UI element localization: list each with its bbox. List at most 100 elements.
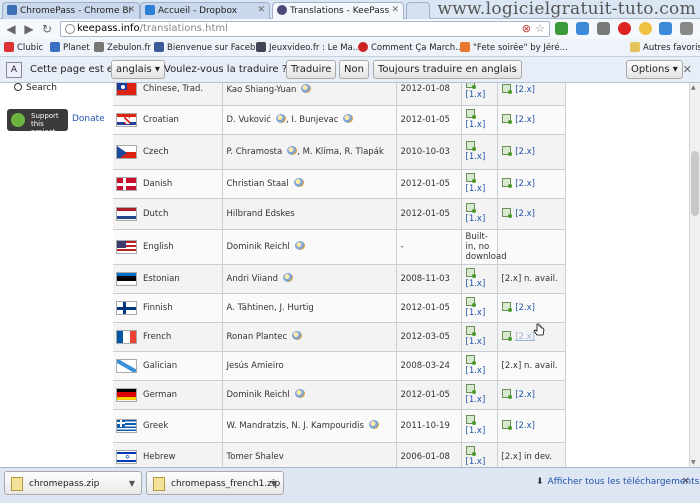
- download-2x-link[interactable]: [2.x]: [515, 179, 535, 189]
- download-1x-link[interactable]: [1.x]: [466, 184, 486, 194]
- support-project-button[interactable]: Support this project: [7, 109, 68, 136]
- download-icon[interactable]: [465, 268, 476, 278]
- bookmark-item[interactable]: Zebulon.fr: [94, 42, 151, 53]
- email-icon[interactable]: [294, 241, 305, 250]
- download-2x-link[interactable]: [2.x]: [515, 303, 535, 313]
- chevron-down-icon[interactable]: ▼: [271, 479, 277, 488]
- download-1x-link[interactable]: [1.x]: [466, 120, 486, 130]
- download-icon[interactable]: [501, 389, 512, 399]
- download-icon[interactable]: [465, 355, 476, 365]
- bookmark-star-icon[interactable]: ☆: [535, 22, 545, 35]
- options-button[interactable]: Options ▾: [626, 60, 683, 79]
- download-icon[interactable]: [465, 203, 476, 213]
- extension-blue-icon[interactable]: [575, 22, 589, 35]
- bookmark-item[interactable]: Clubic: [4, 42, 43, 53]
- download-2x-link[interactable]: [2.x]: [515, 421, 535, 431]
- scroll-down-icon[interactable]: ▼: [691, 459, 696, 466]
- donate-link[interactable]: Donate: [72, 114, 105, 124]
- download-1x-link[interactable]: [1.x]: [466, 90, 486, 100]
- email-icon[interactable]: [283, 273, 293, 282]
- download-2x-link[interactable]: [2.x]: [515, 85, 535, 95]
- download-1x-link[interactable]: [1.x]: [466, 426, 486, 436]
- scroll-up-icon[interactable]: ▲: [691, 84, 696, 91]
- download-1x-link[interactable]: [1.x]: [466, 457, 486, 467]
- language-select[interactable]: anglais ▾: [111, 60, 165, 79]
- email-icon[interactable]: [293, 178, 304, 187]
- download-2x-link[interactable]: [2.x]: [515, 147, 535, 157]
- scrollbar-thumb[interactable]: [691, 151, 699, 216]
- email-icon[interactable]: [343, 114, 354, 123]
- show-all-downloads-link[interactable]: ⬇ Afficher tous les téléchargements...: [536, 477, 700, 487]
- tab-chromepass[interactable]: ChromePass - Chrome Br ✕: [2, 2, 140, 19]
- email-icon[interactable]: [368, 420, 379, 429]
- blocked-icon[interactable]: ⊗: [522, 22, 531, 35]
- address-bar[interactable]: keepass.info/translations.html ⊗ ☆: [60, 21, 550, 37]
- back-arrow-icon[interactable]: ◀: [4, 22, 18, 36]
- download-icon[interactable]: [501, 83, 512, 94]
- translate-button[interactable]: Traduire: [286, 60, 337, 79]
- download-icon[interactable]: [501, 178, 512, 188]
- email-icon[interactable]: [294, 389, 305, 398]
- wrench-icon[interactable]: [680, 22, 694, 35]
- tab-translations-keepass[interactable]: Translations - KeePass ✕: [272, 2, 404, 19]
- download-icon[interactable]: [501, 114, 512, 124]
- download-icon[interactable]: [465, 83, 476, 89]
- reload-icon[interactable]: ↻: [40, 22, 54, 36]
- download-icon[interactable]: [501, 208, 512, 218]
- tab-close-icon[interactable]: ✕: [391, 5, 399, 15]
- close-downloads-icon[interactable]: ✕: [682, 476, 690, 487]
- bookmark-item[interactable]: Comment Ça March...: [358, 42, 463, 53]
- download-1x-link[interactable]: [1.x]: [466, 366, 486, 376]
- email-icon[interactable]: [301, 83, 312, 93]
- tab-dropbox[interactable]: Accueil - Dropbox ✕: [140, 2, 270, 19]
- version1-cell: [1.x]: [461, 293, 498, 323]
- download-icon[interactable]: [501, 420, 512, 430]
- bookmark-item[interactable]: Jeuxvideo.fr : Le Ma...: [256, 42, 361, 53]
- download-1x-link[interactable]: [1.x]: [466, 214, 486, 224]
- search-link[interactable]: Search: [8, 83, 108, 97]
- vertical-scrollbar[interactable]: ▲ ▼: [689, 83, 700, 467]
- download-1x-link[interactable]: [1.x]: [466, 308, 486, 318]
- download-icon[interactable]: [501, 146, 512, 156]
- download-icon[interactable]: [501, 331, 512, 341]
- extension-badge-icon[interactable]: [659, 22, 673, 35]
- email-icon[interactable]: [287, 146, 298, 155]
- download-2x-link[interactable]: [2.x]: [515, 209, 535, 219]
- bookmark-item[interactable]: Planet: [50, 42, 90, 53]
- email-icon[interactable]: [292, 331, 303, 340]
- folder-icon: [630, 42, 640, 52]
- download-icon[interactable]: [465, 415, 476, 425]
- new-tab-button[interactable]: [406, 2, 430, 19]
- download-icon[interactable]: [465, 326, 476, 336]
- other-bookmarks[interactable]: Autres favoris: [630, 42, 700, 53]
- email-icon[interactable]: [275, 114, 286, 123]
- bookmark-item[interactable]: "Fete soirée" by Jéré...: [460, 42, 568, 53]
- tab-close-icon[interactable]: ✕: [127, 5, 135, 15]
- download-2x-link[interactable]: [2.x]: [515, 115, 535, 125]
- bookmark-item[interactable]: Bienvenue sur Faceb...: [154, 42, 264, 53]
- download-1x-link[interactable]: [1.x]: [466, 152, 486, 162]
- download-item[interactable]: chromepass_french1.zip ▼: [146, 471, 284, 495]
- download-icon[interactable]: [465, 109, 476, 119]
- forward-arrow-icon[interactable]: ▶: [22, 22, 36, 36]
- close-infobar-icon[interactable]: ✕: [683, 63, 692, 76]
- download-icon[interactable]: [465, 384, 476, 394]
- extension-gray-icon[interactable]: [596, 22, 610, 35]
- download-icon[interactable]: [465, 446, 476, 456]
- download-icon[interactable]: [465, 141, 476, 151]
- download-icon[interactable]: [465, 173, 476, 183]
- opera-icon[interactable]: [617, 22, 631, 35]
- download-icon[interactable]: [501, 302, 512, 312]
- always-translate-button[interactable]: Toujours traduire en anglais: [373, 60, 522, 79]
- chevron-down-icon[interactable]: ▼: [129, 479, 135, 488]
- download-1x-link[interactable]: [1.x]: [466, 337, 486, 347]
- download-1x-link[interactable]: [1.x]: [466, 395, 486, 405]
- download-icon[interactable]: [465, 297, 476, 307]
- download-1x-link[interactable]: [1.x]: [466, 279, 486, 289]
- download-2x-link[interactable]: [2.x]: [515, 390, 535, 400]
- no-translate-button[interactable]: Non: [339, 60, 369, 79]
- extension-green-icon[interactable]: [555, 22, 568, 35]
- download-item[interactable]: chromepass.zip ▼: [4, 471, 142, 495]
- tab-close-icon[interactable]: ✕: [257, 5, 265, 15]
- smiley-icon[interactable]: [638, 22, 652, 35]
